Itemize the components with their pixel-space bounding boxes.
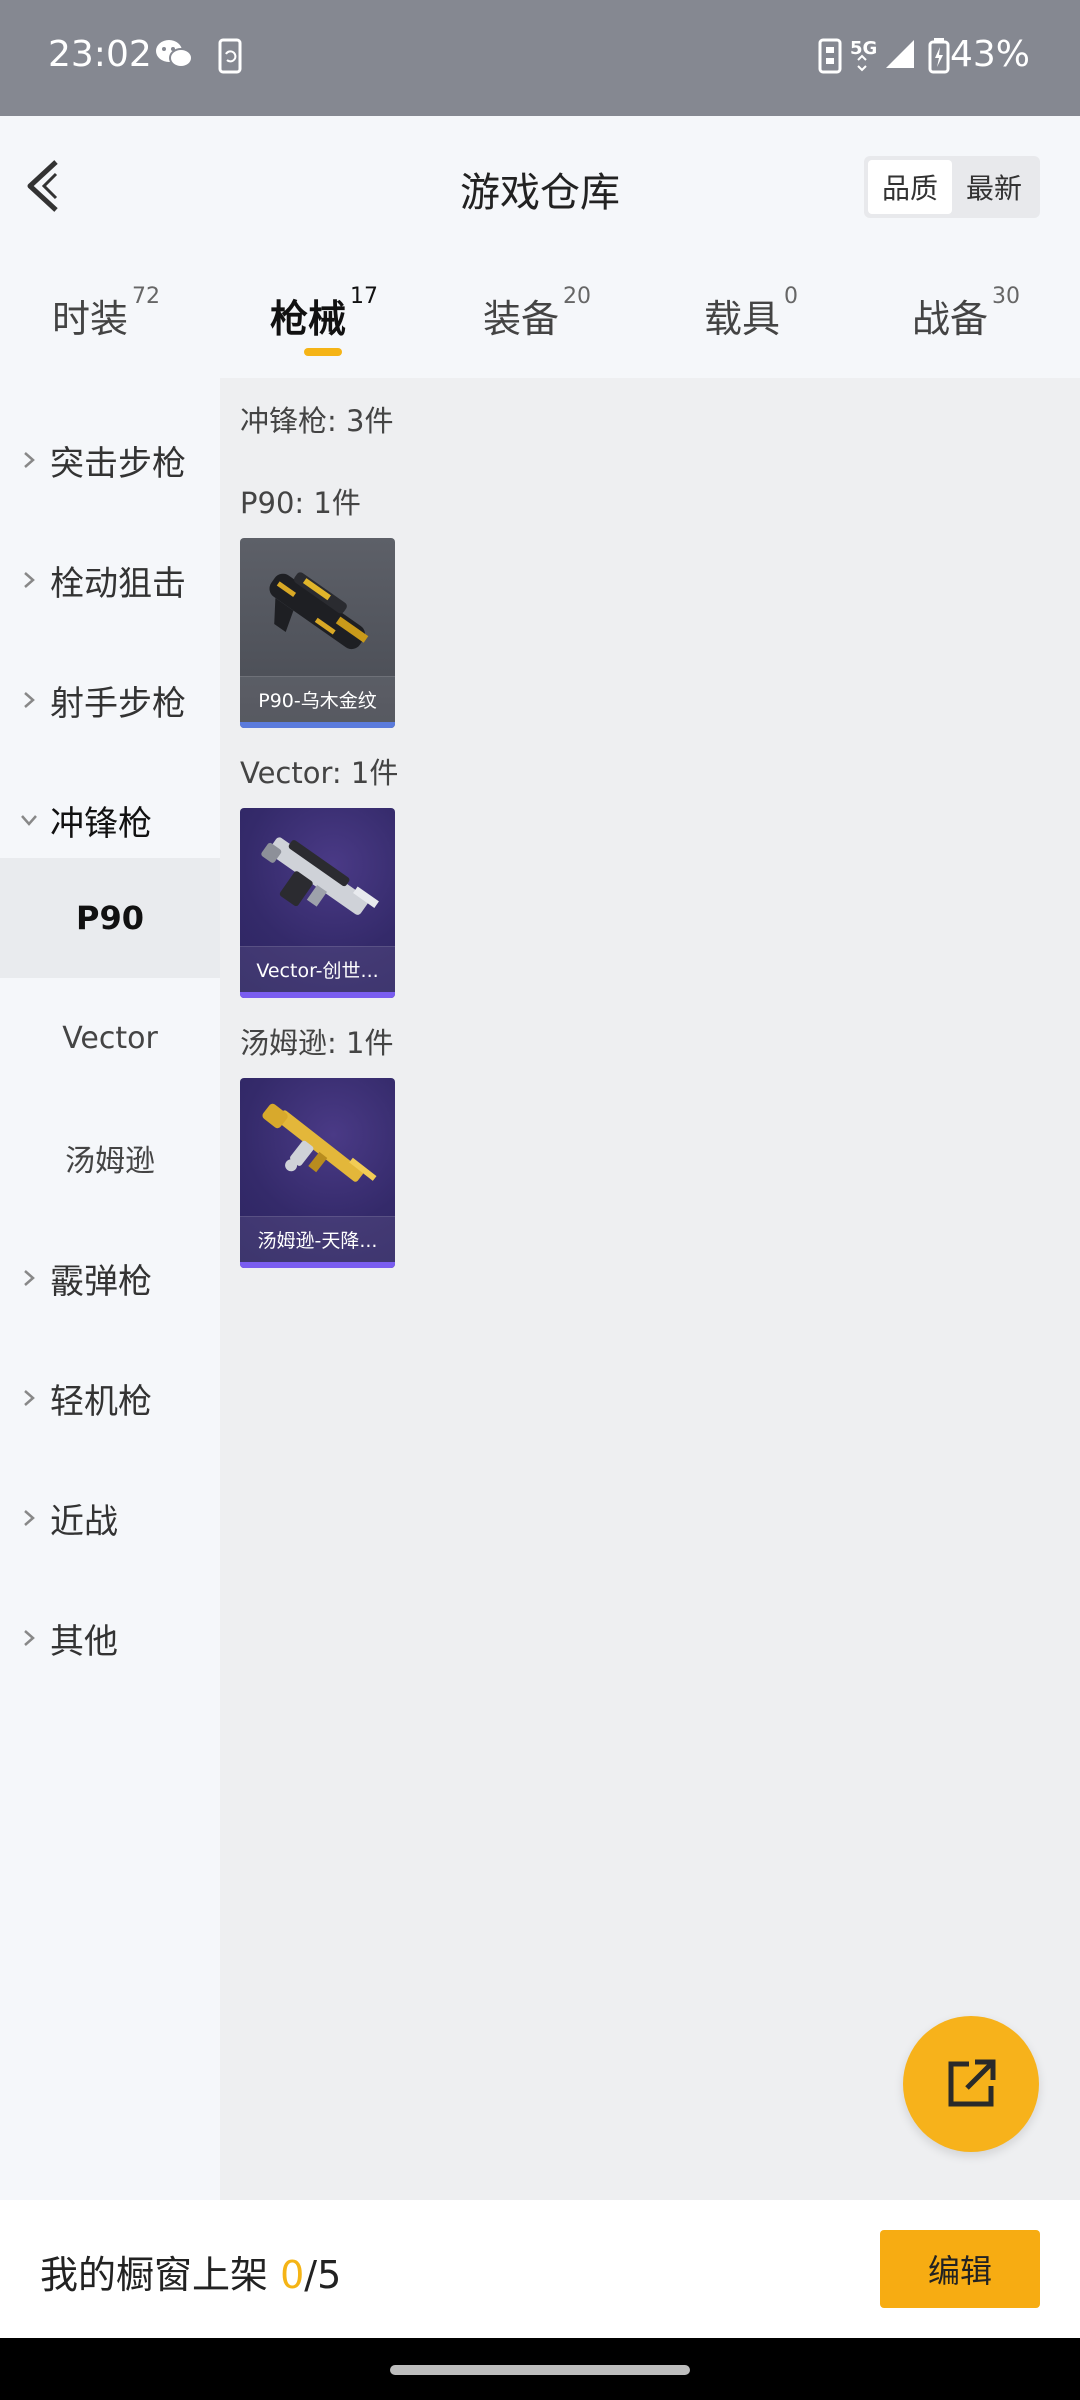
battery-percentage: 43%	[949, 34, 1030, 75]
home-gesture-handle[interactable]	[390, 2365, 690, 2375]
sidebar-item-marksman-rifle[interactable]: 射手步枪	[0, 640, 220, 760]
weapon-card-name: 汤姆逊-天降...	[240, 1216, 395, 1262]
chevron-right-icon	[24, 1390, 35, 1406]
weapon-card-thompson[interactable]: 汤姆逊-天降...	[240, 1078, 395, 1268]
showcase-count: 0	[280, 2253, 305, 2297]
battery-charging-icon	[928, 38, 950, 78]
weapon-category-sidebar: 突击步枪 栓动狙击 射手步枪 冲锋枪 P90 Vector 汤姆逊 霰弹枪 轻机…	[0, 378, 220, 2200]
share-showcase-button[interactable]	[903, 2016, 1039, 2152]
chevron-down-icon	[21, 815, 37, 826]
tab-supplies[interactable]: 战备30	[912, 284, 1020, 343]
sidebar-subitem-p90[interactable]: P90	[0, 858, 220, 978]
phone-sync-icon	[214, 38, 248, 78]
weapon-card-p90[interactable]: P90-乌木金纹	[240, 538, 395, 728]
svg-text:5G: 5G	[850, 38, 877, 59]
group-title-vector: Vector: 1件	[240, 756, 399, 790]
share-external-icon	[948, 2059, 996, 2107]
chevron-right-icon	[24, 692, 35, 708]
tab-firearms[interactable]: 枪械17	[270, 284, 378, 343]
sidebar-item-assault-rifle[interactable]: 突击步枪	[0, 400, 220, 520]
group-title-thompson: 汤姆逊: 1件	[240, 1026, 394, 1060]
chevron-right-icon	[24, 1510, 35, 1526]
thompson-weapon-image	[262, 1103, 377, 1182]
sidebar-item-shotgun[interactable]: 霰弹枪	[0, 1218, 220, 1338]
tab-equipment[interactable]: 装备20	[483, 284, 591, 343]
p90-weapon-image	[269, 572, 369, 650]
rarity-bar	[240, 1262, 395, 1268]
nfc-icon	[818, 38, 842, 78]
sidebar-item-bolt-sniper[interactable]: 栓动狙击	[0, 520, 220, 640]
chevron-right-icon	[24, 572, 35, 588]
header: 游戏仓库 品质 最新	[0, 116, 1080, 258]
chevron-right-icon	[24, 452, 35, 468]
sidebar-item-other[interactable]: 其他	[0, 1578, 220, 1698]
system-nav-bar	[0, 2338, 1080, 2400]
sidebar-subitem-vector[interactable]: Vector	[0, 978, 220, 1098]
edit-button[interactable]: 编辑	[880, 2230, 1040, 2308]
wechat-icon	[154, 38, 194, 74]
sidebar-item-melee[interactable]: 近战	[0, 1458, 220, 1578]
category-tabs: 时装72 枪械17 装备20 载具0 战备30	[0, 258, 1080, 376]
tab-vehicles[interactable]: 载具0	[704, 284, 798, 343]
rarity-bar	[240, 722, 395, 728]
rarity-bar	[240, 992, 395, 998]
vector-weapon-image	[261, 837, 379, 915]
signal-icon	[884, 38, 916, 74]
sort-toggle: 品质 最新	[864, 156, 1040, 218]
chevron-right-icon	[24, 1630, 35, 1646]
group-title-p90: P90: 1件	[240, 486, 361, 520]
chevron-right-icon	[24, 1270, 35, 1286]
weapon-list: 冲锋枪: 3件 P90: 1件 P90-乌木金纹 Vector: 1件 Vect…	[220, 378, 1080, 2200]
weapon-card-vector[interactable]: Vector-创世...	[240, 808, 395, 998]
weapon-card-name: Vector-创世...	[240, 946, 395, 992]
sort-latest-button[interactable]: 最新	[952, 160, 1036, 214]
sort-quality-button[interactable]: 品质	[868, 160, 952, 214]
tab-fashion[interactable]: 时装72	[52, 284, 160, 343]
status-time: 23:02	[48, 34, 152, 75]
category-summary: 冲锋枪: 3件	[240, 404, 394, 438]
showcase-bar: 我的橱窗上架 0/5 编辑	[0, 2200, 1080, 2338]
status-bar: 23:02 5G 43%	[0, 0, 1080, 116]
sidebar-subitem-thompson[interactable]: 汤姆逊	[0, 1098, 220, 1218]
5g-icon: 5G	[850, 36, 880, 78]
weapon-card-name: P90-乌木金纹	[240, 676, 395, 722]
active-tab-indicator	[304, 348, 342, 356]
sidebar-item-lmg[interactable]: 轻机枪	[0, 1338, 220, 1458]
showcase-status: 我的橱窗上架 0/5	[40, 2253, 342, 2297]
